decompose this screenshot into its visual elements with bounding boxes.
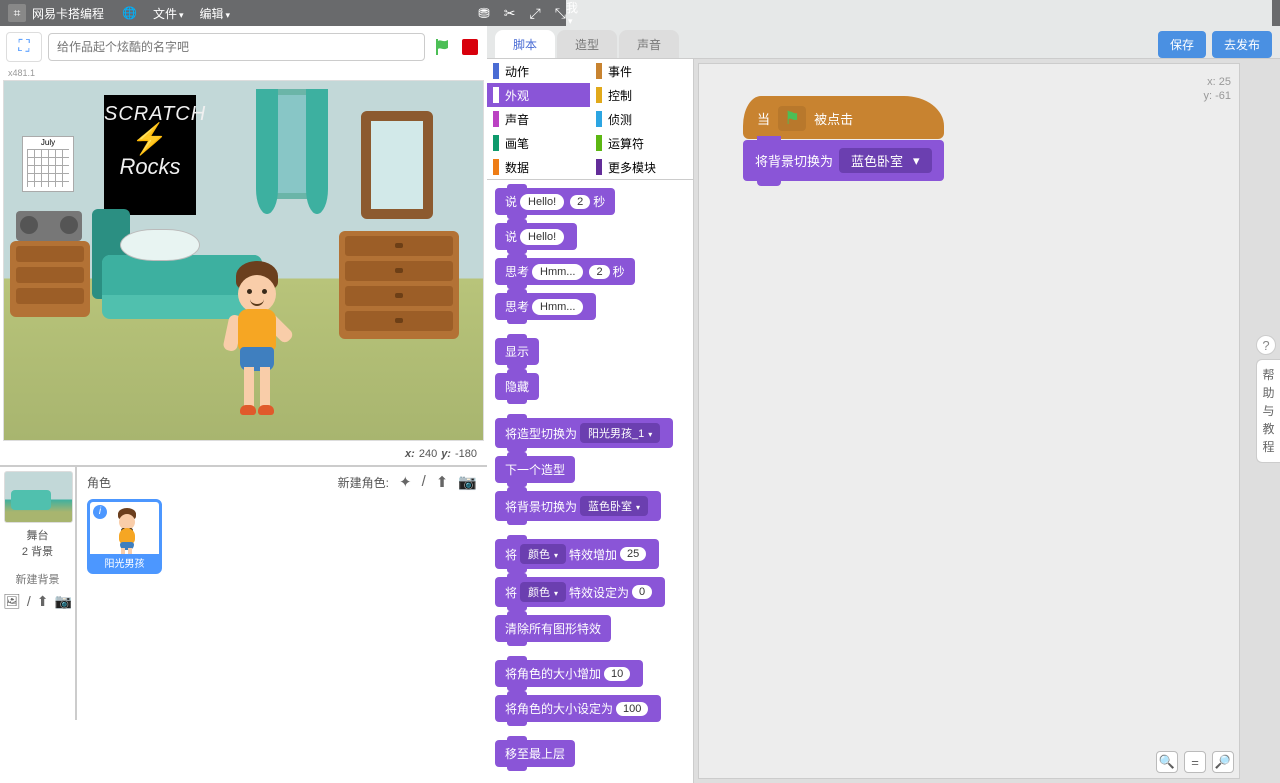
cat-control[interactable]: 控制 [590,83,693,107]
block-show[interactable]: 显示 [495,338,539,365]
stage-thumbnail[interactable] [4,471,73,523]
choose-sprite-icon[interactable]: ✦ [399,473,412,491]
paint-sprite-icon[interactable]: / [422,473,426,491]
top-menu-bar: ⌗ 网易卡搭编程 🌐 文件▾ 编辑▾ ⛃ ✂ ⤢ ⤡ 我▾ [0,0,1280,26]
upload-sprite-icon[interactable]: ⬆ [436,473,449,491]
cat-sensing[interactable]: 侦测 [590,107,693,131]
stamp-icon[interactable]: ⛃ [478,5,490,22]
backdrop-count: 2 背景 [4,543,71,559]
cat-looks[interactable]: 外观 [487,83,590,107]
cat-data[interactable]: 数据 [487,155,590,179]
logo-icon: ⌗ [8,4,26,22]
project-name-input[interactable] [48,33,425,61]
sprites-label: 角色 [87,474,111,491]
shrink-icon[interactable]: ⤡ [555,5,566,22]
scene-nightstand [10,241,90,317]
tab-costumes[interactable]: 造型 [557,30,617,59]
sprite-name: 阳光男孩 [90,554,159,571]
sprite-coords: x: 25 y: -61 [1181,76,1231,102]
stage-label: 舞台 [4,527,71,543]
green-flag-icon: ⚑ [778,106,806,131]
zoom-out-button[interactable]: 🔍 [1156,751,1178,773]
scene-mirror [361,111,433,219]
cat-pen[interactable]: 画笔 [487,131,590,155]
category-grid: 动作 事件 外观 控制 声音 侦测 画笔 运算符 数据 更多模块 [487,59,693,180]
cat-sound[interactable]: 声音 [487,107,590,131]
new-sprite-label: 新建角色: [338,474,389,491]
block-think[interactable]: 思考Hmm... [495,293,596,320]
block-next-costume[interactable]: 下一个造型 [495,456,575,483]
camera-backdrop-icon[interactable]: 📷 [54,593,71,610]
scene-radio [16,211,82,241]
scene-poster: SCRATCH ⚡ Rocks [104,95,196,215]
zoom-in-button[interactable]: 🔎 [1212,751,1234,773]
stage[interactable]: SCRATCH ⚡ Rocks July [3,80,484,441]
green-flag-button[interactable] [431,36,453,58]
block-say[interactable]: 说Hello! [495,223,577,250]
backdrop-dropdown[interactable]: 蓝色卧室▾ [839,148,932,173]
menu-file[interactable]: 文件▾ [153,5,184,22]
block-set-effect[interactable]: 将颜色▾特效设定为0 [495,577,665,607]
app-title: 网易卡搭编程 [32,5,104,22]
block-think-secs[interactable]: 思考Hmm...2秒 [495,258,635,285]
block-say-secs[interactable]: 说Hello!2秒 [495,188,615,215]
stage-dim-hint: x481.1 [0,68,487,78]
sprite-info-icon[interactable]: i [93,505,107,519]
publish-button[interactable]: 去发布 [1212,31,1272,58]
block-go-front[interactable]: 移至最上层 [495,740,575,767]
block-when-flag-clicked[interactable]: 当 ⚑ 被点击 [743,96,944,139]
save-button[interactable]: 保存 [1158,31,1206,58]
scene-curtain [306,89,328,214]
user-menu[interactable]: 我▾ [566,0,1272,27]
sprite-item-boy[interactable]: i 阳光男孩 [87,499,162,574]
stop-button[interactable] [459,36,481,58]
stage-coords: x:240 y:-180 [0,443,487,465]
grow-icon[interactable]: ⤢ [530,5,541,22]
scene-dresser [339,231,459,339]
block-palette[interactable]: 说Hello!2秒 说Hello! 思考Hmm...2秒 思考Hmm... 显示… [487,180,693,783]
help-icon[interactable]: ? [1256,335,1276,355]
cat-motion[interactable]: 动作 [487,59,590,83]
zoom-reset-button[interactable]: = [1184,751,1206,773]
choose-backdrop-icon[interactable]: 🖼 [3,593,21,610]
block-clear-effects[interactable]: 清除所有图形特效 [495,615,611,642]
cut-icon[interactable]: ✂ [504,5,516,22]
block-switch-backdrop[interactable]: 将背景切换为蓝色卧室▾ [495,491,661,521]
menu-edit[interactable]: 编辑▾ [200,5,231,22]
block-hide[interactable]: 隐藏 [495,373,539,400]
block-change-size[interactable]: 将角色的大小增加10 [495,660,643,687]
block-switch-backdrop-script[interactable]: 将背景切换为 蓝色卧室▾ [743,140,944,181]
block-change-effect[interactable]: 将颜色▾特效增加25 [495,539,659,569]
tab-sounds[interactable]: 声音 [619,30,679,59]
cat-operators[interactable]: 运算符 [590,131,693,155]
paint-backdrop-icon[interactable]: / [27,593,31,610]
scene-curtain [256,89,278,214]
help-tab[interactable]: 帮助与教程 [1256,359,1280,463]
block-switch-costume[interactable]: 将造型切换为阳光男孩_1▾ [495,418,673,448]
cat-events[interactable]: 事件 [590,59,693,83]
language-icon[interactable]: 🌐 [122,6,137,20]
scene-calendar: July [22,136,74,192]
cat-more[interactable]: 更多模块 [590,155,693,179]
fullscreen-icon[interactable]: ⛶ [6,32,42,62]
upload-backdrop-icon[interactable]: ⬆ [37,593,49,610]
tab-scripts[interactable]: 脚本 [495,30,555,59]
camera-sprite-icon[interactable]: 📷 [458,473,477,491]
block-set-size[interactable]: 将角色的大小设定为100 [495,695,661,722]
script-stack[interactable]: 当 ⚑ 被点击 将背景切换为 蓝色卧室▾ [743,96,944,181]
new-backdrop-label: 新建背景 [4,571,71,587]
script-area[interactable]: x: 25 y: -61 当 ⚑ 被点击 将背景切换为 蓝色卧室▾ [694,59,1280,783]
sprite-boy[interactable] [214,261,294,431]
